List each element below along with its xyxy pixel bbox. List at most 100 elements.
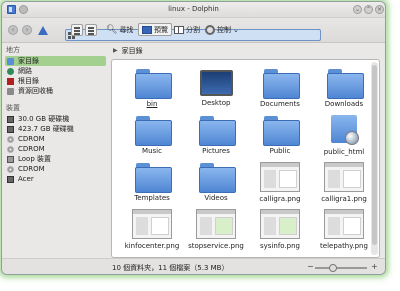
image-thumbnail — [132, 209, 172, 239]
details-view-button[interactable] — [85, 23, 97, 37]
cdrom-icon — [7, 145, 14, 153]
trash-icon — [7, 87, 14, 95]
file-name: calligra.png — [259, 195, 301, 203]
file-item[interactable]: Public — [248, 113, 312, 160]
public-html-folder-icon — [329, 115, 359, 145]
file-item[interactable]: bin — [120, 66, 184, 113]
desktop-folder-icon — [199, 70, 233, 96]
device-item-label: CDROM — [18, 145, 45, 153]
devices-heading: 裝置 — [6, 104, 20, 112]
file-name: public_html — [323, 148, 365, 156]
places-item-label: 家目錄 — [18, 57, 39, 65]
main-view-area: ▶ 家目錄 bin Desktop Documents Downloads Music P… — [111, 44, 380, 258]
file-name: telepathy.png — [320, 242, 368, 250]
file-item[interactable]: Pictures — [184, 113, 248, 160]
scrollbar-thumb[interactable] — [372, 65, 377, 245]
device-item[interactable]: 423.7 GB 硬碟機 — [2, 124, 109, 134]
file-item[interactable]: Music — [120, 113, 184, 160]
device-item[interactable]: Loop 裝置 — [2, 154, 109, 164]
file-name: sysinfo.png — [260, 242, 300, 250]
folder-icon — [262, 69, 300, 99]
dolphin-window: linux - Dolphin ⌄ ⌃ × ‹ › 🔍︎ 尋找 預覽 分割 控制… — [1, 1, 386, 275]
places-panel: 地方 家目錄 網路 根目錄 資源回收桶 裝置 30.0 GB 硬碟機 423.7 GB … — [2, 44, 109, 258]
file-item[interactable]: kinfocenter.png — [120, 207, 184, 254]
places-item[interactable]: 家目錄 — [5, 56, 106, 66]
preview-label: 預覽 — [154, 25, 168, 34]
image-thumbnail — [196, 209, 236, 239]
zoom-out-icon[interactable]: − — [307, 262, 314, 271]
vertical-scrollbar[interactable] — [371, 62, 378, 255]
details-view-icon — [85, 24, 97, 36]
file-item[interactable]: Videos — [184, 160, 248, 207]
places-list: 家目錄網路根目錄資源回收桶 — [2, 56, 109, 96]
split-button[interactable]: 分割 — [174, 23, 200, 37]
file-item[interactable]: Downloads — [312, 66, 376, 113]
hard-drive-icon — [7, 115, 14, 123]
image-thumbnail — [260, 209, 300, 239]
zoom-slider[interactable] — [315, 264, 367, 272]
close-icon[interactable]: × — [375, 5, 384, 14]
places-item[interactable]: 根目錄 — [2, 76, 109, 86]
places-item-label: 根目錄 — [18, 77, 39, 85]
control-button[interactable]: 控制 ⌄ — [205, 23, 239, 37]
root-folder-icon — [7, 77, 14, 85]
status-bar: 10 個資料夾，11 個檔案（5.3 MB） − + — [2, 258, 385, 274]
file-name: Pictures — [202, 147, 230, 155]
file-item[interactable]: Templates — [120, 160, 184, 207]
file-name: stopservice.png — [188, 242, 244, 250]
zoom-in-icon[interactable]: + — [371, 262, 378, 271]
title-bar: linux - Dolphin ⌄ ⌃ × — [2, 2, 385, 18]
control-label: 控制 — [217, 26, 231, 34]
minimize-icon[interactable]: ⌄ — [353, 5, 362, 14]
device-item[interactable]: CDROM — [2, 164, 109, 174]
device-item[interactable]: Acer — [2, 174, 109, 184]
loop-device-icon — [7, 155, 14, 163]
file-view[interactable]: bin Desktop Documents Downloads Music Picture… — [111, 59, 380, 258]
file-item[interactable]: calligra.png — [248, 160, 312, 207]
split-label: 分割 — [186, 26, 200, 34]
file-name: Music — [142, 147, 162, 155]
compact-view-button[interactable] — [71, 23, 83, 37]
file-item[interactable]: public_html — [312, 113, 376, 160]
zoom-slider-handle[interactable] — [329, 264, 338, 272]
breadcrumb-current[interactable]: 家目錄 — [122, 46, 143, 56]
file-name: Videos — [204, 194, 228, 202]
file-name: Documents — [260, 100, 300, 108]
places-item[interactable]: 資源回收桶 — [2, 86, 109, 96]
device-item[interactable]: CDROM — [2, 134, 109, 144]
file-name: Desktop — [201, 99, 231, 107]
find-button[interactable]: 🔍︎ 尋找 — [106, 23, 133, 37]
file-item[interactable]: sysinfo.png — [248, 207, 312, 254]
preview-icon — [142, 25, 152, 34]
file-item[interactable]: stopservice.png — [184, 207, 248, 254]
file-name: Templates — [134, 194, 170, 202]
device-item[interactable]: CDROM — [2, 144, 109, 154]
file-item[interactable]: telepathy.png — [312, 207, 376, 254]
up-button[interactable] — [38, 23, 48, 37]
file-item[interactable]: Documents — [248, 66, 312, 113]
image-thumbnail — [324, 162, 364, 192]
forward-button[interactable]: › — [22, 23, 32, 37]
preview-button[interactable]: 預覽 — [138, 23, 172, 36]
device-item-label: Loop 裝置 — [18, 155, 52, 163]
hard-drive-icon — [7, 125, 14, 133]
up-arrow-icon — [38, 25, 48, 35]
maximize-icon[interactable]: ⌃ — [364, 5, 373, 14]
device-item[interactable]: 30.0 GB 硬碟機 — [2, 114, 109, 124]
back-button[interactable]: ‹ — [8, 23, 18, 37]
image-thumbnail — [260, 162, 300, 192]
find-label: 尋找 — [119, 26, 134, 34]
folder-icon — [326, 69, 364, 99]
devices-list: 30.0 GB 硬碟機 423.7 GB 硬碟機 CDROM CDROM Loop 裝置… — [2, 114, 109, 184]
places-item[interactable]: 網路 — [2, 66, 109, 76]
places-item-label: 資源回收桶 — [18, 87, 53, 95]
breadcrumb-arrow-icon[interactable]: ▶ — [113, 47, 118, 54]
main-toolbar: ‹ › 🔍︎ 尋找 預覽 分割 控制 ⌄ — [2, 18, 385, 43]
file-name: calligra1.png — [321, 195, 367, 203]
cdrom-icon — [7, 165, 14, 173]
file-item[interactable]: calligra1.png — [312, 160, 376, 207]
breadcrumb[interactable]: ▶ 家目錄 — [111, 44, 380, 57]
places-item-label: 網路 — [18, 67, 32, 75]
folder-icon — [134, 116, 172, 146]
file-item[interactable]: Desktop — [184, 66, 248, 113]
